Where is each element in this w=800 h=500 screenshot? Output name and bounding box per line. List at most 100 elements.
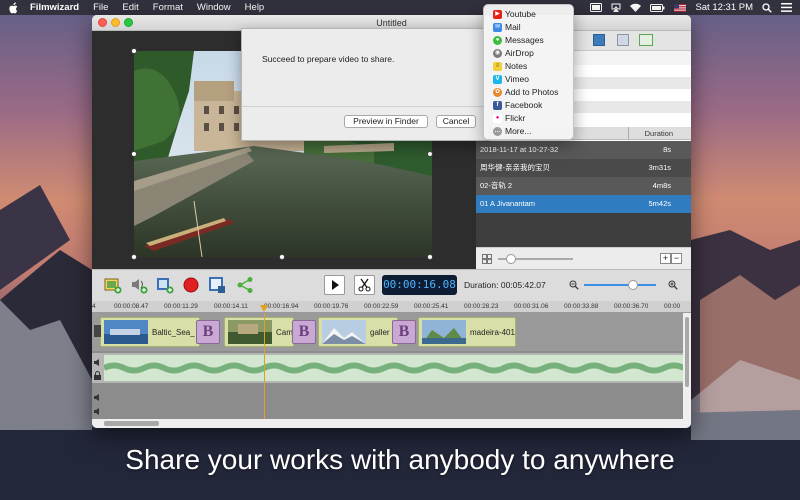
split-button[interactable] [354,275,375,295]
share-messages[interactable]: ● Messages [484,34,573,47]
share-add-to-photos[interactable]: ✿ Add to Photos [484,86,573,99]
timeline-clip[interactable]: madeira-401 [418,317,516,347]
us-flag-icon[interactable] [674,3,687,12]
slider-knob[interactable] [628,280,638,290]
transition-block[interactable]: B [196,320,220,344]
timeline-clip[interactable]: galler [318,317,398,347]
clip-duration: 8s [663,145,671,154]
scrollbar-thumb[interactable] [104,421,159,426]
crop-handle-top-left[interactable] [131,48,137,54]
mail-icon: ✉ [493,23,502,32]
battery-icon[interactable] [650,3,665,12]
share-notes[interactable]: ≡ Notes [484,60,573,73]
ruler-tick: 00:00 [664,303,681,310]
share-item-label: Youtube [505,9,536,19]
minimize-window-button[interactable] [111,18,120,27]
clip-label: Baltic_Sea_ [152,328,195,337]
file-menu[interactable]: File [93,2,108,13]
speaker-icon[interactable] [93,393,102,402]
window-menu[interactable]: Window [197,2,231,13]
total-duration: Duration: 00:05:42.07 [464,280,546,290]
timeline-ruler[interactable]: 4 00:00:08.47 00:00:11.29 00:00:14.11 00… [92,301,691,313]
fullscreen-icon[interactable] [617,34,629,46]
app-menu[interactable]: Filmwizard [30,2,79,13]
clip-row-selected[interactable]: 01 A Jivanantam 5m42s [476,195,691,213]
timeline-zoom-slider[interactable] [584,280,656,290]
duration-column-header[interactable]: Duration [645,129,673,138]
add-clip-button[interactable]: + [660,253,671,264]
record-icon[interactable] [182,276,200,294]
ruler-tick: 00:00:11.29 [164,303,198,310]
ruler-tick: 4 [92,303,96,310]
apple-icon[interactable] [8,1,18,14]
close-window-button[interactable] [98,18,107,27]
transition-block[interactable]: B [292,320,316,344]
share-more[interactable]: … More... [484,125,573,138]
clip-label: madeira-401 [470,328,515,337]
share-icon[interactable] [236,276,254,294]
remove-clip-button[interactable]: − [671,253,682,264]
lock-icon[interactable] [93,371,102,380]
clip-row[interactable]: 02-音轨 2 4m8s [476,177,691,195]
ruler-tick: 00:00:28.23 [464,303,499,310]
share-item-label: Add to Photos [505,87,559,97]
add-video-icon[interactable] [156,276,174,294]
zoom-window-button[interactable] [124,18,133,27]
speaker-icon[interactable] [93,407,102,416]
playhead-marker-icon[interactable] [260,305,268,313]
share-vimeo[interactable]: V Vimeo [484,73,573,86]
preview-in-finder-button[interactable]: Preview in Finder [344,115,428,128]
share-youtube[interactable]: ▶ Youtube [484,8,573,21]
clip-thumbnail [322,320,366,344]
dialog-message: Succeed to prepare video to share. [262,54,395,64]
clip-duration: 3m31s [648,163,671,172]
crop-handle-bottom[interactable] [279,254,285,260]
speaker-icon[interactable] [93,358,102,367]
share-item-label: More... [505,126,532,136]
crop-handle-bottom-left[interactable] [131,254,137,260]
clip-thumbnail [422,320,466,344]
thumbnail-size-slider[interactable] [498,254,573,264]
menubar-clock[interactable]: Sat 12:31 PM [695,2,753,13]
clip-row[interactable]: 周华健-亲亲我的宝贝 3m31s [476,159,691,177]
airplay-icon[interactable] [611,3,621,12]
crop-handle-right[interactable] [427,151,433,157]
clip-row[interactable]: 2018-11-17 at 10-27-32 8s [476,141,691,159]
notes-icon: ≡ [493,62,502,71]
grid-view-icon[interactable] [593,34,605,46]
share-mail[interactable]: ✉ Mail [484,21,573,34]
add-audio-icon[interactable] [130,276,148,294]
video-track-icon [94,325,101,337]
flickr-icon: ● [493,114,502,123]
transition-block[interactable]: B [392,320,416,344]
messages-icon: ● [493,36,502,45]
scrollbar-thumb[interactable] [685,317,689,387]
zoom-in-icon[interactable] [668,280,678,290]
share-facebook[interactable]: f Facebook [484,99,573,112]
format-menu[interactable]: Format [153,2,183,13]
help-menu[interactable]: Help [245,2,265,13]
crop-handle-left[interactable] [131,151,137,157]
wifi-icon[interactable] [630,3,642,12]
timeline-clip[interactable]: Baltic_Sea_ [100,317,200,347]
script-menu-icon[interactable] [590,3,603,12]
export-icon[interactable] [208,276,226,294]
horizontal-scrollbar[interactable] [92,419,683,428]
clip-list-empty-area [476,213,691,247]
spotlight-icon[interactable] [762,2,772,13]
crop-handle-bottom-right[interactable] [427,254,433,260]
audio-track[interactable] [92,353,684,383]
clip-label: Cam [276,328,293,337]
add-image-icon[interactable] [104,276,122,294]
zoom-out-icon[interactable] [569,280,579,290]
cancel-button[interactable]: Cancel [436,115,476,128]
share-airdrop[interactable]: ◉ AirDrop [484,47,573,60]
share-flickr[interactable]: ● Flickr [484,112,573,125]
edit-menu[interactable]: Edit [122,2,138,13]
slider-knob[interactable] [506,254,516,264]
timeline-clip[interactable]: Cam [224,317,294,347]
play-button[interactable] [324,275,345,295]
vertical-scrollbar[interactable] [683,313,691,428]
notification-center-icon[interactable] [781,3,792,12]
filmstrip-icon[interactable] [639,34,653,46]
